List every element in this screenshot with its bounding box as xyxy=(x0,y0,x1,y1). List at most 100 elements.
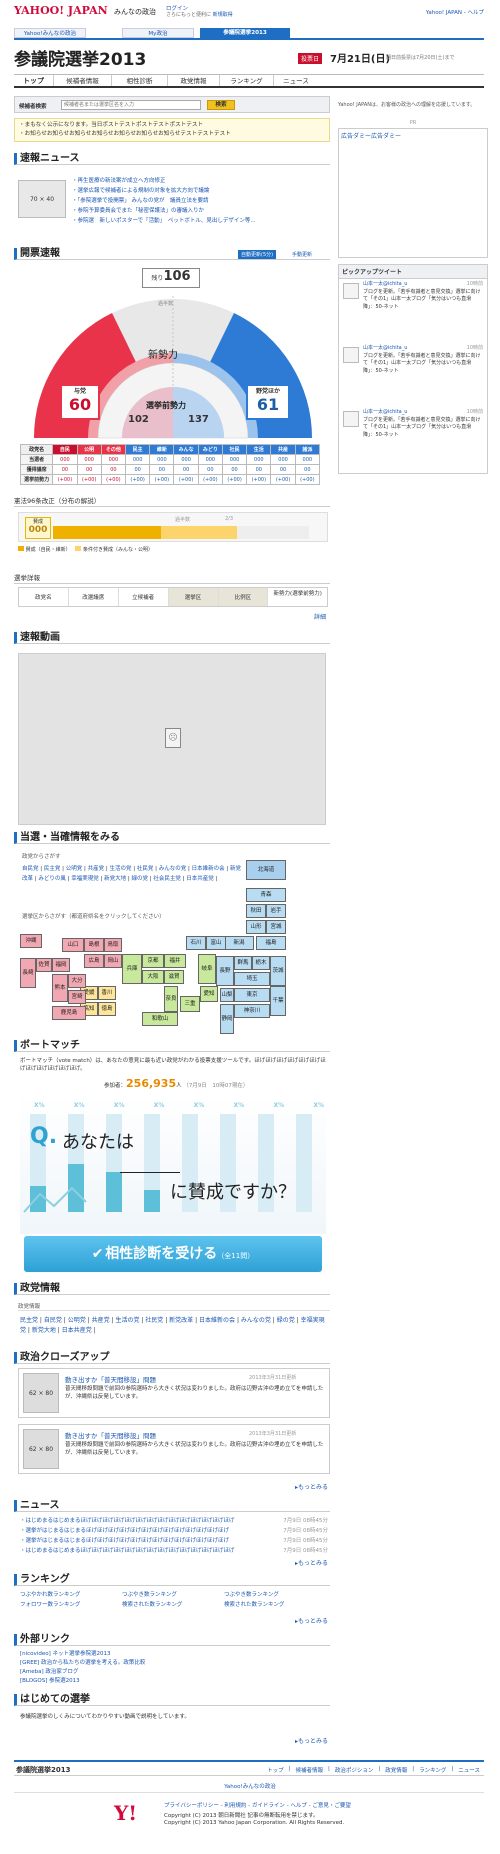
pref-18[interactable]: 山梨 xyxy=(220,988,234,1002)
external-link[interactable]: [GREE] 政治から私たちの選挙を考える。政策比較 xyxy=(20,1659,326,1668)
nav-news[interactable]: ニュース xyxy=(274,75,318,86)
news-item[interactable]: ・はじめまるはじめまるほげほげほげほげほげほげほげほげほげほげほげほげほげほげ xyxy=(20,1518,235,1524)
nav-parties[interactable]: 政党情報 xyxy=(168,75,220,86)
party-info-link[interactable]: 自民党 xyxy=(44,1317,62,1324)
external-link[interactable]: [BLOGOS] 参院選2013 xyxy=(20,1677,326,1686)
tweet-author[interactable]: 山本一太@ichita_u xyxy=(363,345,407,351)
news-link[interactable]: ・参院選 新しいポスターで「活動」 ペットボトル、見出しデザイン等... xyxy=(72,216,326,226)
tab-election[interactable]: 参議院選挙2013 xyxy=(200,28,290,38)
pref-15[interactable]: 千葉 xyxy=(270,986,286,1016)
pref-29[interactable]: 兵庫 xyxy=(122,954,142,984)
pref-33[interactable]: 広島 xyxy=(84,954,104,968)
ranking-link[interactable]: 検索された数ランキング xyxy=(122,1600,224,1610)
ad-box[interactable]: 広告ダミー広告ダミー xyxy=(338,128,488,258)
pref-11[interactable]: 栃木 xyxy=(252,956,270,970)
yahoo-logo[interactable]: YAHOO! JAPAN xyxy=(14,4,108,17)
tweet-author[interactable]: 山本一太@ichita_u xyxy=(363,409,407,415)
pref-0[interactable]: 北海道 xyxy=(246,860,286,880)
news-link[interactable]: ・「参院選挙で投開票」 みんなの党が 議員立法を要請 xyxy=(72,196,326,206)
pref-46[interactable]: 沖縄 xyxy=(20,934,42,948)
ranking-link[interactable]: つぶやき数ランキング xyxy=(224,1590,326,1600)
register-link[interactable]: 新規取得 xyxy=(213,12,233,18)
pref-3[interactable]: 岩手 xyxy=(266,904,286,918)
party-info-link[interactable]: 民主党 xyxy=(20,1317,38,1324)
news-item[interactable]: ・選挙がはじまるはじまるほげほげほげほげほげほげほげほげほげほげほげほげほげ xyxy=(20,1528,229,1534)
reform-title[interactable]: 憲法96条改正（分布の解説） xyxy=(14,495,330,507)
pref-31[interactable]: 島根 xyxy=(84,938,104,952)
pref-5[interactable]: 宮城 xyxy=(266,920,286,934)
footer-site[interactable]: 参議院選挙2013 xyxy=(16,1765,70,1775)
search-input[interactable] xyxy=(61,100,201,110)
results-more-link[interactable]: 詳細 xyxy=(290,612,326,621)
pref-1[interactable]: 青森 xyxy=(246,888,286,902)
party-info-link[interactable]: 日本共産党 xyxy=(62,1327,92,1334)
ranking-more-link[interactable]: ▸もっとみる xyxy=(250,1616,328,1625)
tab-my-politics[interactable]: My政治 xyxy=(122,28,194,38)
footer-link[interactable]: トップ xyxy=(267,1766,284,1774)
pref-13[interactable]: 長野 xyxy=(216,956,234,986)
pref-16[interactable]: 東京 xyxy=(234,988,270,1002)
news-item[interactable]: ・はじめまるはじめまるほげほげほげほげほげほげほげほげほげほげほげほげほげほげ xyxy=(20,1548,235,1554)
footer-link[interactable]: 政党情報 xyxy=(385,1766,407,1774)
pref-14[interactable]: 埼玉 xyxy=(234,972,270,986)
first-more-link[interactable]: ▸もっとみる xyxy=(250,1736,328,1745)
party-info-link[interactable]: 緑の党 xyxy=(277,1317,295,1324)
news-item[interactable]: ・選挙がはじまるはじまるほげほげほげほげほげほげほげほげほげほげほげほげほげ xyxy=(20,1538,229,1544)
pref-32[interactable]: 岡山 xyxy=(104,954,122,968)
results-col[interactable]: 選挙区 xyxy=(168,588,219,606)
nav-match[interactable]: 相性診断 xyxy=(112,75,168,86)
pref-45[interactable]: 鹿児島 xyxy=(52,1006,86,1020)
footer-policy-links[interactable]: プライバシーポリシー - 利用規約 - ガイドライン - ヘルプ - ご意見・ご… xyxy=(164,1801,351,1809)
pref-41[interactable]: 長崎 xyxy=(20,958,36,988)
closeup-link[interactable]: 動き出すか「普天間移設」問題 xyxy=(65,1430,156,1440)
party-info-link[interactable]: 公明党 xyxy=(68,1317,86,1324)
footer-link[interactable]: 候補者情報 xyxy=(295,1766,323,1774)
closeup-more-link[interactable]: ▸もっとみる xyxy=(250,1482,328,1491)
pref-2[interactable]: 秋田 xyxy=(246,904,266,918)
pref-43[interactable]: 大分 xyxy=(68,974,86,988)
party-info-link[interactable]: 新党改革 xyxy=(169,1317,193,1324)
nav-ranking[interactable]: ランキング xyxy=(220,75,274,86)
news-link[interactable]: ・参院予算委員会でまた「秘密保護法」の審議入りか xyxy=(72,206,326,216)
footer-link[interactable]: ランキング xyxy=(419,1766,446,1774)
pref-40[interactable]: 佐賀 xyxy=(36,958,52,972)
pref-42[interactable]: 熊本 xyxy=(52,974,68,1002)
ranking-link[interactable]: フォロワー数ランキング xyxy=(20,1600,122,1610)
footer-link[interactable]: ニュース xyxy=(458,1766,480,1774)
closeup-item[interactable]: 62 × 80 動き出すか「普天間移設」問題 2013年3月31日更新 普天間移… xyxy=(18,1368,330,1418)
pref-21[interactable]: 愛知 xyxy=(200,986,218,1002)
pref-12[interactable]: 茨城 xyxy=(270,956,286,986)
pref-24[interactable]: 滋賀 xyxy=(164,970,184,984)
tweet-author[interactable]: 山本一太@ichita_u xyxy=(363,281,407,287)
party-info-link[interactable]: みんなの党 xyxy=(241,1317,271,1324)
pref-28[interactable]: 和歌山 xyxy=(142,1012,178,1026)
pref-39[interactable]: 福岡 xyxy=(52,958,70,972)
news-link[interactable]: ・選挙広報で候補者による規制の対象を拡大方向で議論 xyxy=(72,186,326,196)
ytop-link[interactable]: Yahoo! JAPAN - ヘルプ xyxy=(426,8,484,16)
pref-9[interactable]: 福島 xyxy=(256,936,286,950)
party-info-link[interactable]: 共産党 xyxy=(92,1317,110,1324)
pref-22[interactable]: 三重 xyxy=(180,996,200,1012)
nav-candidates[interactable]: 候補者情報 xyxy=(54,75,112,86)
votematch-banner[interactable]: X% X% X% X% X% X% X% X% Q. あなたは に賛成ですか？ xyxy=(20,1094,326,1234)
manual-update-link[interactable]: 手動更新 xyxy=(292,251,312,258)
votematch-start-button[interactable]: ✔ 相性診断を受ける（全11問） xyxy=(24,1236,322,1272)
pref-37[interactable]: 徳島 xyxy=(98,1002,116,1016)
footer-yahoo-link[interactable]: Yahoo!みんなの政治 xyxy=(0,1782,500,1790)
ranking-link[interactable]: つぶやき数ランキング xyxy=(122,1590,224,1600)
tweet-item[interactable]: 山本一太@ichita_u 10時前 ブログを更新。「若手有識者と意見交換」選挙に… xyxy=(343,409,485,467)
news-more-link[interactable]: ▸もっとみる xyxy=(250,1558,328,1567)
search-button[interactable]: 検索 xyxy=(207,100,235,110)
pref-17[interactable]: 神奈川 xyxy=(234,1004,270,1018)
results-col[interactable]: 比例区 xyxy=(218,588,269,606)
pref-30[interactable]: 鳥取 xyxy=(104,938,122,952)
pref-8[interactable]: 富山 xyxy=(206,936,226,950)
pref-26[interactable]: 奈良 xyxy=(164,986,178,1012)
pref-23[interactable]: 福井 xyxy=(164,954,186,968)
site-name[interactable]: みんなの政治 xyxy=(114,7,156,17)
pref-7[interactable]: 石川 xyxy=(186,936,206,950)
external-link[interactable]: [nicovideo] ネット選挙参院選2013 xyxy=(20,1650,326,1659)
party-info-link[interactable]: 日本維新の会 xyxy=(199,1317,235,1324)
tab-yahoo-politics[interactable]: Yahoo!みんなの政治 xyxy=(14,28,86,38)
ranking-link[interactable]: 検索された数ランキング xyxy=(224,1600,326,1610)
